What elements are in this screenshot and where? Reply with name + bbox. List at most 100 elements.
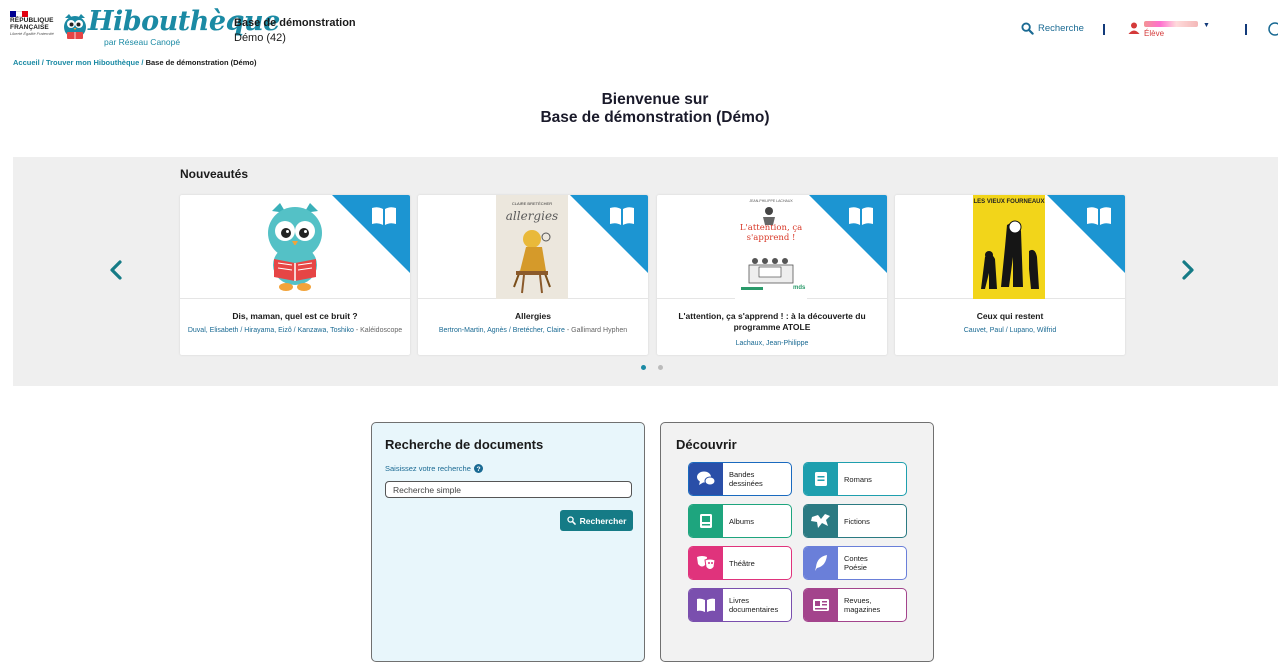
- open-book-icon: [689, 589, 723, 621]
- chevron-down-icon: ▼: [1203, 22, 1210, 29]
- dragon-icon: [804, 505, 838, 537]
- carousel-pagination: [641, 365, 663, 370]
- carousel-dot[interactable]: [658, 365, 663, 370]
- republic-line2: FRANÇAISE: [10, 24, 49, 31]
- genre-label: Contes Poésie: [844, 554, 868, 572]
- discover-title: Découvrir: [676, 437, 737, 452]
- search-icon: [566, 516, 576, 525]
- genre-label: Théâtre: [729, 558, 755, 568]
- cover-title: allergies: [505, 209, 559, 223]
- search-field-label: Saisissez votre recherche ?: [385, 464, 483, 473]
- cover-illustration: [981, 220, 1039, 289]
- cover-author: CLAIRE BRETÉCHER: [511, 201, 553, 206]
- carousel-title: Nouveautés: [180, 167, 249, 181]
- breadcrumb: Accueil / Trouver mon Hibouthèque / Base…: [13, 58, 256, 67]
- book-card[interactable]: Dis, maman, quel est ce bruit ? Duval, E…: [180, 195, 410, 355]
- genre-romans[interactable]: Romans: [803, 462, 907, 496]
- site-header: RÉPUBLIQUE FRANÇAISE Liberté Égalité Fra…: [0, 0, 1278, 56]
- book-publisher: Kaléidoscope: [360, 327, 403, 334]
- brand-subtitle: par Réseau Canopé: [104, 37, 181, 47]
- book-author-list[interactable]: Bertron-Martin, Agnès / Bretécher, Clair…: [439, 327, 565, 334]
- book-authors: Cauvet, Paul / Lupano, Wilfrid: [901, 326, 1119, 336]
- welcome-heading: Bienvenue sur Base de démonstration (Dém…: [0, 91, 1278, 127]
- genre-label: Romans: [844, 474, 872, 484]
- cover-author: JEAN-PHILIPPE LACHAUX: [749, 199, 793, 203]
- search-button-label: Rechercher: [579, 515, 627, 526]
- open-book-icon: [610, 207, 634, 225]
- document-search-panel: Recherche de documents Saisissez votre r…: [371, 422, 645, 662]
- picture-book-icon: [689, 505, 723, 537]
- carousel-prev-icon[interactable]: [109, 259, 123, 281]
- user-menu[interactable]: Élève ▼: [1128, 18, 1210, 42]
- feather-icon: [804, 547, 838, 579]
- help-icon[interactable]: ?: [473, 464, 483, 473]
- genre-label: Revues, magazines: [844, 596, 881, 614]
- breadcrumb-separator: /: [41, 58, 44, 67]
- genre-fictions[interactable]: Fictions: [803, 504, 907, 538]
- user-role: Élève: [1144, 29, 1165, 38]
- carousel-dot[interactable]: [641, 365, 646, 370]
- attention-cover: JEAN-PHILIPPE LACHAUX L'attention, ça s'…: [735, 195, 807, 299]
- welcome-line1: Bienvenue sur: [601, 91, 709, 108]
- book-title: Ceux qui restent: [976, 311, 1044, 321]
- genre-contes-poesie[interactable]: Contes Poésie: [803, 546, 907, 580]
- book-authors: Duval, Elisabeth / Hirayama, Eizô / Kanz…: [187, 327, 403, 334]
- search-panel-title: Recherche de documents: [385, 437, 544, 452]
- open-book-icon: [849, 207, 873, 225]
- new-items-carousel: Nouveautés Dis, maman, quel est ce bruit…: [13, 157, 1278, 386]
- genre-theatre[interactable]: Théâtre: [688, 546, 792, 580]
- book-card[interactable]: JEAN-PHILIPPE LACHAUX L'attention, ça s'…: [657, 195, 887, 355]
- book-publisher: Gallimard Hyphen: [571, 327, 628, 334]
- cover-brand: mds: [793, 285, 806, 291]
- header-separator: [1103, 24, 1105, 35]
- allergies-cover: CLAIRE BRETÉCHER allergies: [496, 195, 568, 299]
- genre-label: Fictions: [844, 516, 870, 526]
- open-book-icon: [1087, 207, 1111, 225]
- genre-livres-documentaires[interactable]: Livres documentaires: [688, 588, 792, 622]
- speech-bubbles-icon: [689, 463, 723, 495]
- republique-francaise-logo[interactable]: RÉPUBLIQUE FRANÇAISE Liberté Égalité Fra…: [10, 11, 56, 51]
- genre-label: Bandes dessinées: [729, 470, 763, 488]
- book-title: L'attention, ça s'apprend ! : à la décou…: [678, 311, 866, 332]
- cover-illustration: [741, 207, 794, 290]
- base-title: Base de démonstration: [234, 17, 356, 29]
- book-author-list[interactable]: Duval, Elisabeth / Hirayama, Eizô / Kanz…: [188, 327, 354, 334]
- book-card[interactable]: LES VIEUX FOURNEAUX Ceux qui restent Cau…: [895, 195, 1125, 355]
- base-subtitle: Démo (42): [234, 32, 286, 44]
- republic-motto: Liberté Égalité Fraternité: [10, 31, 54, 36]
- book-authors: Bertron-Martin, Agnès / Bretécher, Clair…: [438, 327, 628, 334]
- svg-text:?: ?: [476, 466, 480, 473]
- welcome-line2: Base de démonstration (Démo): [540, 109, 770, 126]
- genre-bandes-dessinees[interactable]: Bandes dessinées: [688, 462, 792, 496]
- book-title: Allergies: [515, 311, 551, 321]
- book-title: Dis, maman, quel est ce bruit ?: [232, 311, 358, 321]
- cover-illustration: [513, 230, 551, 294]
- book-icon: [804, 463, 838, 495]
- breadcrumb-separator: /: [141, 58, 144, 67]
- breadcrumb-home[interactable]: Accueil: [13, 58, 40, 67]
- search-submit-button[interactable]: Rechercher: [560, 510, 633, 531]
- header-separator: [1245, 24, 1247, 35]
- user-name-redacted: [1144, 21, 1198, 27]
- genre-revues-magazines[interactable]: Revues, magazines: [803, 588, 907, 622]
- header-search-label: Recherche: [1038, 23, 1084, 34]
- book-card[interactable]: CLAIRE BRETÉCHER allergies Allergies Ber…: [418, 195, 648, 355]
- book-author-list[interactable]: Cauvet, Paul / Lupano, Wilfrid: [964, 327, 1057, 334]
- open-book-icon: [372, 207, 396, 225]
- simple-search-input[interactable]: [385, 481, 632, 498]
- user-icon: [1128, 22, 1140, 34]
- breadcrumb-find[interactable]: Trouver mon Hibouthèque: [46, 58, 139, 67]
- vieux-fourneaux-cover: LES VIEUX FOURNEAUX: [973, 195, 1045, 299]
- book-authors: Lachaux, Jean-Philippe: [663, 339, 881, 349]
- masks-icon: [689, 547, 723, 579]
- carousel-next-icon[interactable]: [1181, 259, 1195, 281]
- discover-panel: Découvrir Bandes dessinées Romans Albums…: [660, 422, 934, 662]
- republic-line1: RÉPUBLIQUE: [10, 17, 54, 24]
- header-search-link[interactable]: Recherche: [1021, 22, 1084, 35]
- owl-mascot-icon: [268, 203, 322, 291]
- genre-albums[interactable]: Albums: [688, 504, 792, 538]
- book-author-list[interactable]: Lachaux, Jean-Philippe: [736, 340, 809, 347]
- genre-label: Albums: [729, 516, 755, 526]
- help-icon[interactable]: [1268, 22, 1278, 36]
- owl-logo-icon[interactable]: [62, 12, 88, 42]
